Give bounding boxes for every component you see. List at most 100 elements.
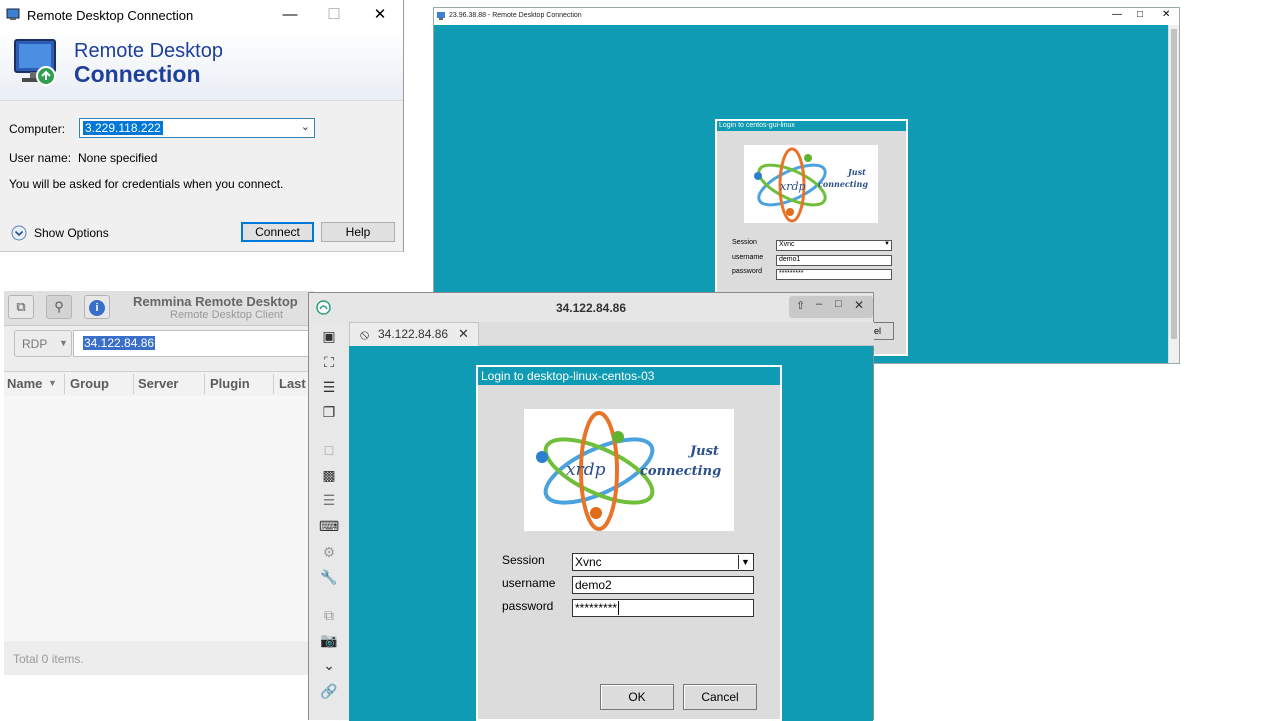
minimize-icon[interactable]: — bbox=[276, 4, 304, 26]
session-value: Xvnc bbox=[779, 241, 795, 248]
rdc-banner-title: Remote Desktop bbox=[74, 40, 223, 62]
remmina-connection-window: 34.122.84.86 ⇧ – □ ✕ ▣ ⛶ ☰ ❐ □ ▩ ☰ ⌨ ⚙ 🔧… bbox=[308, 292, 874, 721]
screenshot-camera-icon[interactable]: 📷 bbox=[319, 630, 339, 650]
username-field[interactable]: demo2 bbox=[572, 576, 754, 594]
xrdp-logo-icon: xrdp Just connecting bbox=[744, 145, 878, 223]
rdc-banner-subtitle: Connection bbox=[74, 61, 201, 87]
session-select[interactable]: Xvnc ▼ bbox=[572, 553, 754, 571]
xrdp-login-dialog: Login to desktop-linux-centos-03 xrdp Ju… bbox=[476, 365, 782, 721]
session-select[interactable]: Xvnc ▼ bbox=[776, 240, 892, 251]
rdc-titlebar: Remote Desktop Connection — ☐ ✕ bbox=[0, 0, 403, 30]
quick-connect-input[interactable]: 34.122.84.86 bbox=[73, 330, 314, 357]
column-name[interactable]: Name bbox=[7, 376, 42, 391]
column-group[interactable]: Group bbox=[70, 376, 109, 391]
scale-icon[interactable]: □ bbox=[319, 440, 339, 460]
dropdown-arrow-icon[interactable]: ▼ bbox=[738, 555, 752, 569]
text-cursor bbox=[618, 601, 620, 615]
column-separator[interactable] bbox=[204, 374, 205, 394]
computer-label: Computer: bbox=[9, 122, 66, 136]
protocol-select[interactable]: RDP ▼ bbox=[14, 330, 72, 357]
column-separator[interactable] bbox=[64, 374, 65, 394]
column-separator[interactable] bbox=[273, 374, 274, 394]
connection-tab[interactable]: ⦸ 34.122.84.86 ✕ bbox=[349, 322, 479, 346]
password-field[interactable]: ********* bbox=[776, 269, 892, 280]
scrollbar-thumb[interactable] bbox=[1171, 29, 1177, 339]
fit-window-icon[interactable]: ▣ bbox=[319, 326, 339, 346]
username-value: None specified bbox=[78, 151, 158, 165]
xrdp-text: xrdp bbox=[566, 460, 606, 480]
keyboard-icon[interactable]: ⌨ bbox=[319, 516, 339, 536]
column-plugin[interactable]: Plugin bbox=[210, 376, 250, 391]
connecting-text: connecting bbox=[640, 464, 721, 479]
remote-window-title: 23.96.38.88 - Remote Desktop Connection bbox=[449, 12, 582, 19]
password-value: ********* bbox=[575, 601, 618, 615]
credentials-note: You will be asked for credentials when y… bbox=[9, 177, 284, 191]
duplicate-icon[interactable]: ⧉ bbox=[319, 605, 339, 625]
xrdp-text: xrdp bbox=[780, 180, 806, 193]
vertical-scrollbar[interactable] bbox=[1168, 25, 1179, 363]
expand-options-icon[interactable] bbox=[11, 225, 27, 241]
chevron-down-icon[interactable]: ▼ bbox=[59, 338, 68, 348]
menu-icon[interactable]: ☰ bbox=[319, 377, 339, 397]
new-connection-icon[interactable]: ⧉ bbox=[8, 295, 34, 319]
window-controls: ⇧ – □ ✕ bbox=[789, 296, 873, 318]
password-label: password bbox=[732, 268, 762, 275]
minimize-chevron-icon[interactable]: ⌄ bbox=[319, 655, 339, 675]
minimize-icon[interactable]: – bbox=[816, 298, 822, 310]
show-options-link[interactable]: Show Options bbox=[34, 226, 109, 240]
connection-list-header: Name ▼ Group Server Plugin Last bbox=[4, 371, 314, 397]
password-field[interactable]: ********* bbox=[572, 599, 754, 617]
rdc-monitor-icon bbox=[14, 39, 56, 86]
column-separator[interactable] bbox=[133, 374, 134, 394]
login-title: Login to desktop-linux-centos-03 bbox=[478, 367, 780, 385]
tools-wrench-icon[interactable]: 🔧 bbox=[319, 567, 339, 587]
chevron-down-icon[interactable]: ⌄ bbox=[301, 120, 310, 133]
help-button[interactable]: Help bbox=[321, 222, 395, 242]
maximize-icon[interactable]: □ bbox=[1137, 9, 1143, 20]
connection-list[interactable] bbox=[4, 396, 314, 641]
quick-connect-value[interactable]: 34.122.84.86 bbox=[83, 336, 156, 350]
computer-value[interactable]: 3.229.118.222 bbox=[83, 121, 163, 135]
session-value: Xvnc bbox=[575, 555, 602, 569]
sort-arrow-icon[interactable]: ▼ bbox=[48, 378, 57, 388]
username-label: User name: bbox=[9, 151, 72, 165]
maximize-icon[interactable]: ☐ bbox=[320, 4, 348, 26]
username-field[interactable]: demo1 bbox=[776, 255, 892, 266]
rdc-app-icon bbox=[6, 8, 20, 20]
keep-above-icon[interactable]: ⇧ bbox=[796, 299, 805, 312]
login-title: Login to centos-gui-linux bbox=[717, 121, 906, 131]
password-label: password bbox=[502, 599, 554, 613]
search-icon[interactable]: ⚲ bbox=[46, 295, 72, 319]
status-footer: Total 0 items. bbox=[13, 652, 84, 666]
session-label: Session bbox=[502, 553, 545, 567]
dynamic-resolution-icon[interactable]: ▩ bbox=[319, 465, 339, 485]
disconnect-icon[interactable]: 🔗 bbox=[319, 681, 339, 701]
close-icon[interactable]: ✕ bbox=[854, 298, 864, 312]
remmina-main-window: ⧉ ⚲ i Remmina Remote Desktop Remote Desk… bbox=[4, 291, 314, 675]
rdc-title: Remote Desktop Connection bbox=[27, 8, 194, 23]
connection-titlebar: 34.122.84.86 ⇧ – □ ✕ bbox=[309, 293, 873, 322]
column-last[interactable]: Last bbox=[279, 376, 306, 391]
maximize-icon[interactable]: □ bbox=[835, 298, 842, 310]
column-server[interactable]: Server bbox=[138, 376, 178, 391]
close-icon[interactable]: ✕ bbox=[1162, 9, 1170, 20]
remmina-title: Remmina Remote Desktop bbox=[133, 294, 298, 309]
cancel-button[interactable]: Cancel bbox=[683, 684, 757, 710]
info-icon[interactable]: i bbox=[84, 295, 110, 319]
close-icon[interactable]: ✕ bbox=[366, 4, 394, 26]
computer-combobox[interactable]: 3.229.118.222 ⌄ bbox=[79, 118, 315, 138]
preferences-icon[interactable]: ⚙ bbox=[319, 542, 339, 562]
ok-button[interactable]: OK bbox=[600, 684, 674, 710]
username-label: username bbox=[732, 254, 764, 261]
remmina-toolbar: ⧉ ⚲ i Remmina Remote Desktop Remote Desk… bbox=[4, 291, 314, 326]
quality-menu-icon[interactable]: ☰ bbox=[319, 490, 339, 510]
connect-button[interactable]: Connect bbox=[241, 222, 314, 242]
connecting-text: connecting bbox=[818, 179, 868, 189]
username-label: username bbox=[502, 576, 556, 590]
dropdown-arrow-icon[interactable]: ▼ bbox=[884, 241, 890, 247]
tab-close-icon[interactable]: ✕ bbox=[458, 326, 469, 342]
minimize-icon[interactable]: — bbox=[1112, 9, 1122, 20]
fullscreen-icon[interactable]: ⛶ bbox=[319, 352, 339, 372]
multi-monitor-icon[interactable]: ❐ bbox=[319, 402, 339, 422]
remmina-subtitle: Remote Desktop Client bbox=[170, 309, 284, 321]
